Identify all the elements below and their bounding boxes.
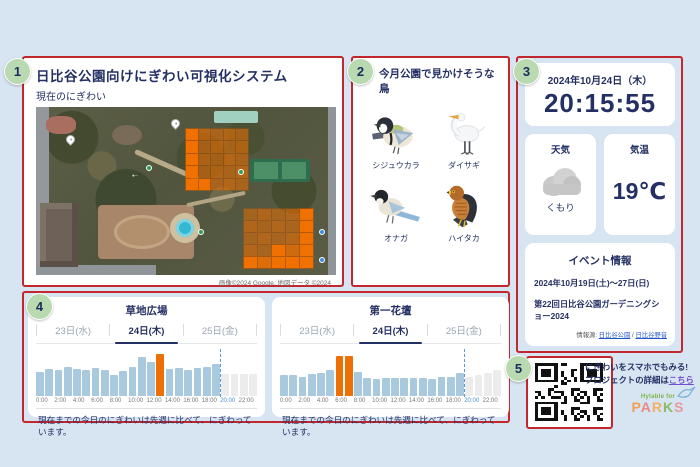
temperature-card: 気温 19℃	[604, 134, 675, 235]
crowd-chart-card-first-flowerbed: 第一花壇 23日(水) 24日(木) 25日(金) 0:002:004:006:…	[272, 297, 509, 417]
tab-day-25[interactable]: 25日(金)	[184, 323, 256, 337]
map-attribution: 画像©2024 Google, 地図データ ©2024	[36, 275, 333, 287]
tab-separator	[256, 324, 257, 336]
chart-note: 現在までの今日のにぎわいは先週に比べて、にぎわっています。	[280, 408, 501, 438]
project-detail-text: プロジェクトの詳細は	[585, 375, 669, 385]
event-info-card: イベント情報 2024年10月19日(土)～27日(日) 第22回日比谷公園ガー…	[525, 243, 675, 346]
day-tabs: 23日(水) 24日(木) 25日(金)	[36, 323, 257, 344]
section-badge-1: 1	[4, 58, 31, 85]
hourly-bars	[36, 352, 257, 396]
bird-card-tit: シジュウカラ	[365, 110, 427, 171]
bird-illustration-magpie	[365, 183, 427, 229]
event-source: 情報源: 日比谷公園 / 日比谷野音	[576, 330, 667, 339]
tab-day-24-active[interactable]: 24日(木)	[110, 323, 182, 337]
panel-birds: 今月公園で見かけそうな鳥 シジュウカラ	[351, 56, 510, 287]
bird-name: ダイサギ	[433, 160, 495, 171]
panel-crowd-map: 日比谷公園向けにぎわい可視化システム 現在のにぎわい	[22, 56, 344, 287]
tab-separator	[500, 324, 501, 336]
map-building	[40, 203, 78, 267]
map-subtitle: 現在のにぎわい	[36, 88, 333, 103]
bird-illustration-sparrowhawk	[433, 183, 495, 229]
section-badge-5: 5	[505, 355, 532, 382]
chart-title: 草地広場	[36, 303, 257, 318]
temperature-label: 気温	[604, 142, 675, 156]
hourly-bars	[280, 352, 501, 396]
tab-day-25[interactable]: 25日(金)	[428, 323, 500, 337]
bird-logo-icon	[676, 386, 696, 400]
bird-name: ハイタカ	[433, 233, 495, 244]
section-badge-4: 4	[26, 293, 53, 320]
event-source-link-park[interactable]: 日比谷公園	[599, 332, 630, 339]
map-flowerbed	[46, 116, 76, 134]
chart-note: 現在までの今日のにぎわいは先週に比べて、にぎわっています。	[36, 408, 257, 438]
map-tennis-courts	[250, 159, 310, 182]
qr-caption: にぎわいをスマホでもみる! プロジェクトの詳細はこちら	[585, 361, 697, 387]
map-path	[186, 191, 246, 207]
crowd-heat-grid-south	[244, 209, 313, 268]
map-teal-roof	[214, 111, 258, 123]
project-detail-link[interactable]: こちら	[669, 375, 694, 385]
tab-day-23[interactable]: 23日(水)	[37, 323, 109, 337]
page-title: 日比谷公園向けにぎわい可視化システム	[36, 65, 333, 85]
map-poi-label: ●─	[132, 173, 138, 178]
tab-day-24-active[interactable]: 24日(木)	[354, 323, 426, 337]
date-label: 2024年10月24日（木）	[525, 72, 675, 87]
bird-name: シジュウカラ	[365, 160, 427, 171]
logo-wordmark: PARKS	[624, 400, 692, 414]
chart-title: 第一花壇	[280, 303, 501, 318]
map-road-right	[328, 107, 336, 275]
birds-title: 今月公園で見かけそうな鳥	[379, 66, 500, 96]
event-source-link-yaon[interactable]: 日比谷野音	[636, 332, 667, 339]
hour-axis: 0:002:004:006:008:0010:0012:0014:0016:00…	[36, 398, 257, 404]
satellite-map[interactable]: ●─	[36, 107, 336, 275]
map-pin-icon	[169, 117, 182, 130]
bird-card-egret: ダイサギ	[433, 110, 495, 171]
weather-label: 天気	[525, 142, 596, 156]
bird-card-sparrowhawk: ハイタカ	[433, 183, 495, 244]
map-green-marker-icon	[238, 169, 244, 175]
map-green-marker-icon	[146, 165, 152, 171]
qr-caption-line1: にぎわいをスマホでもみる!	[585, 361, 697, 374]
section-badge-3: 3	[513, 58, 540, 85]
hour-axis: 0:002:004:006:008:0010:0012:0014:0016:00…	[280, 398, 501, 404]
crowd-chart-card-grass-plaza: 草地広場 23日(水) 24日(木) 25日(金) 0:002:004:006:…	[28, 297, 265, 417]
bird-card-magpie: オナガ	[365, 183, 427, 244]
bird-illustration-tit	[365, 110, 427, 156]
map-dome-building	[112, 125, 142, 145]
map-pin-icon	[64, 133, 77, 146]
map-tennis-court	[254, 162, 278, 179]
weather-value: くもり	[525, 200, 596, 214]
map-green-marker-icon	[198, 229, 204, 235]
map-blue-marker-icon	[319, 257, 325, 263]
section-badge-2: 2	[347, 58, 374, 85]
clock-time: 20:15:55	[525, 88, 675, 119]
crowd-heat-grid-north	[186, 129, 248, 190]
cloud-icon	[539, 166, 583, 196]
dashboard: 1 2 3 4 5 日比谷公園向けにぎわい可視化システム 現在のにぎわい	[0, 0, 700, 467]
map-fountain	[176, 219, 194, 237]
bird-name: オナガ	[365, 233, 427, 244]
event-source-label: 情報源:	[576, 332, 597, 339]
bird-illustration-egret	[433, 110, 495, 156]
temperature-value: 19℃	[604, 178, 675, 205]
event-name: 第22回日比谷公園ガーデニングショー2024	[534, 298, 666, 322]
weather-card: 天気 くもり	[525, 134, 596, 235]
map-plaza-oval	[114, 215, 170, 249]
map-blue-marker-icon	[319, 229, 325, 235]
event-period: 2024年10月19日(土)～27日(日)	[534, 277, 666, 289]
day-tabs: 23日(水) 24日(木) 25日(金)	[280, 323, 501, 344]
hylable-parks-logo: Hylable for PARKS	[624, 394, 692, 414]
clock-card: 2024年10月24日（木） 20:15:55	[525, 63, 675, 126]
map-tennis-court	[282, 162, 306, 179]
event-info-title: イベント情報	[534, 253, 666, 268]
tab-day-23[interactable]: 23日(水)	[281, 323, 353, 337]
